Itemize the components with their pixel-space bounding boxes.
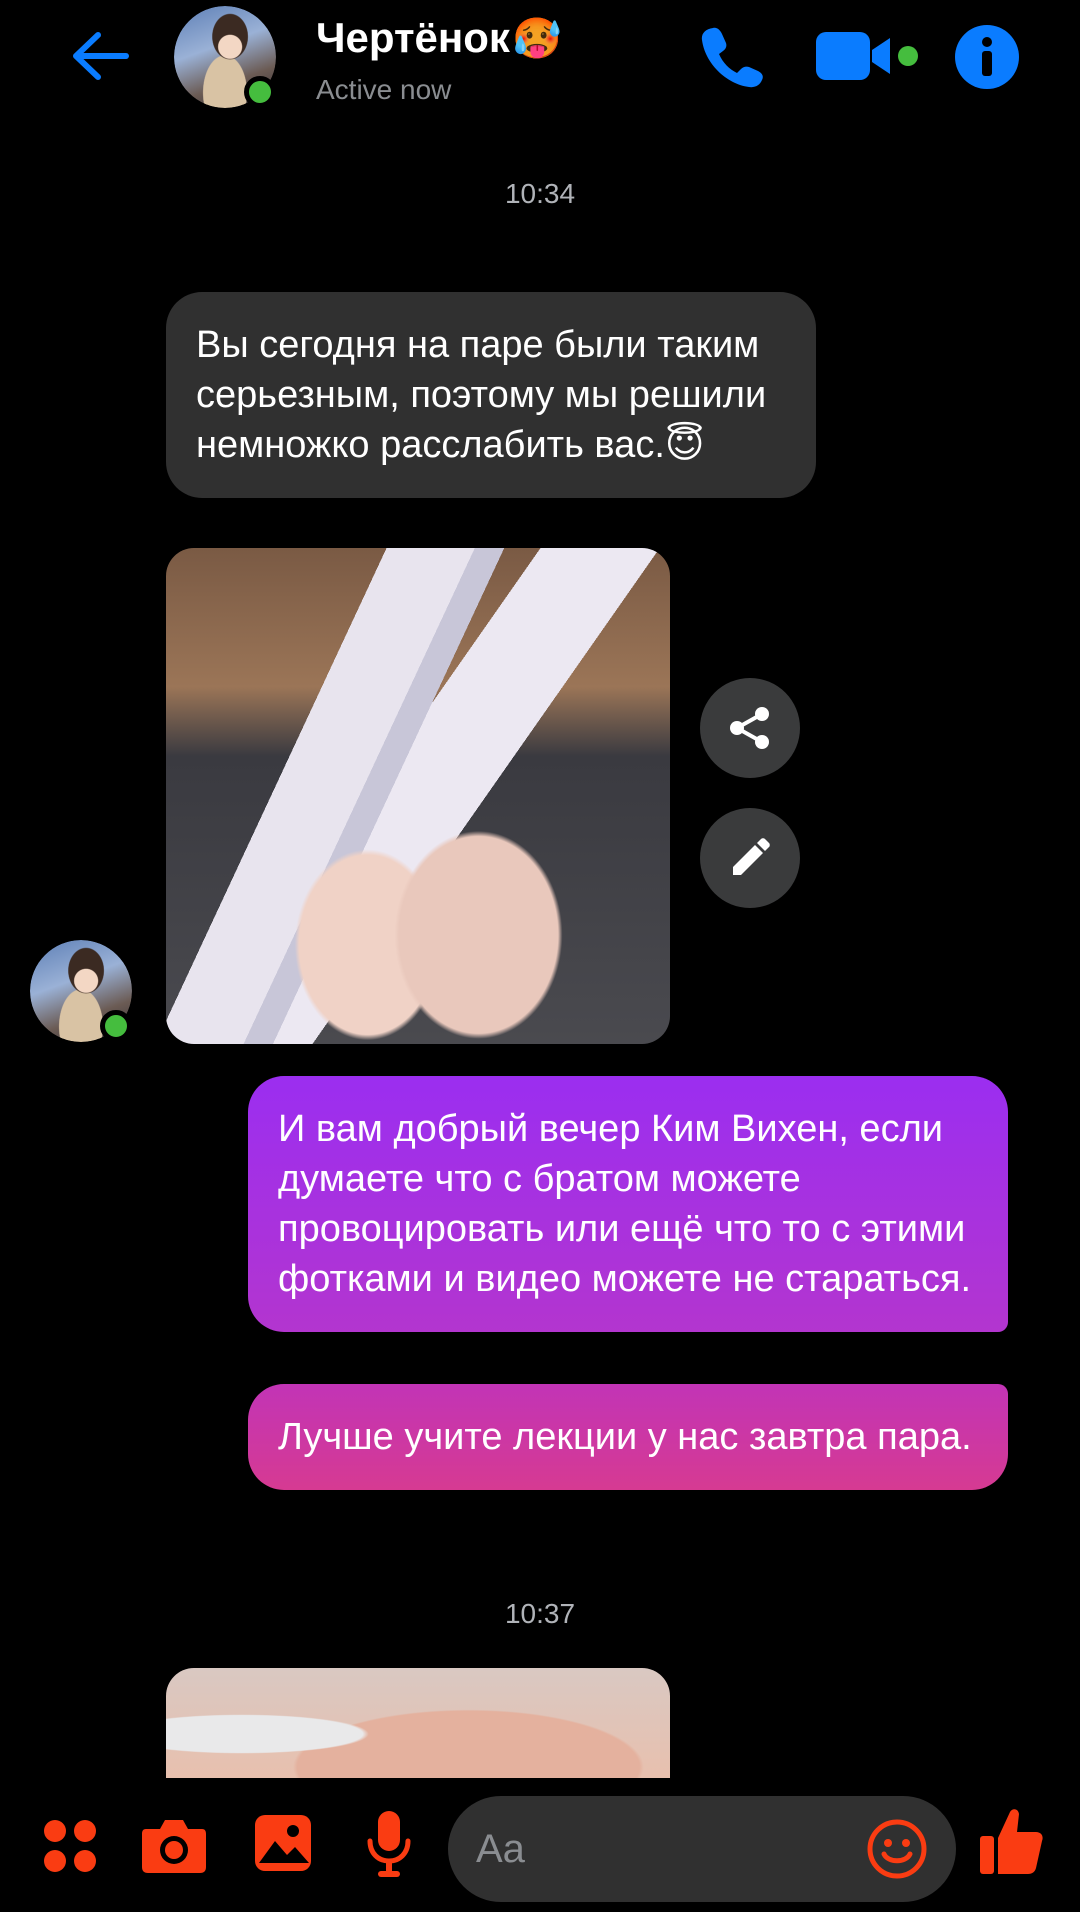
- online-indicator: [244, 76, 276, 108]
- audio-call-button[interactable]: [694, 20, 770, 92]
- arrow-left-icon: [73, 32, 129, 80]
- image-icon: [255, 1815, 311, 1871]
- video-camera-icon: [816, 32, 918, 80]
- info-icon: [955, 25, 1019, 89]
- camera-icon: [142, 1820, 206, 1873]
- phone-icon: [701, 27, 763, 88]
- four-dots-icon: [44, 1820, 96, 1872]
- contact-name[interactable]: Чертёнок 🥵: [316, 14, 562, 62]
- camera-button[interactable]: [140, 1814, 208, 1876]
- chat-header: Чертёнок 🥵 Active now: [0, 0, 1080, 120]
- outgoing-message-bubble[interactable]: Лучше учите лекции у нас завтра пара.: [248, 1384, 1008, 1490]
- composer-bar: [0, 1780, 1080, 1912]
- smiley-icon: [867, 1819, 927, 1879]
- message-input[interactable]: [476, 1796, 856, 1902]
- more-actions-button[interactable]: [40, 1816, 100, 1876]
- incoming-photo[interactable]: [166, 548, 670, 1044]
- share-button[interactable]: [700, 678, 800, 778]
- microphone-icon: [367, 1811, 411, 1877]
- video-call-button[interactable]: [812, 28, 922, 84]
- voice-message-button[interactable]: [364, 1808, 414, 1880]
- halo-emoji: 😇: [664, 424, 705, 466]
- timestamp: 10:37: [504, 1598, 576, 1629]
- like-button[interactable]: [978, 1806, 1044, 1876]
- contact-name-text: Чертёнок: [316, 14, 510, 61]
- incoming-photo[interactable]: [166, 1668, 670, 1778]
- outgoing-message-bubble[interactable]: И вам добрый вечер Ким Вихен, если думае…: [248, 1076, 1008, 1332]
- pencil-icon: [733, 838, 770, 875]
- emoji-button[interactable]: [866, 1818, 928, 1880]
- message-composer: [448, 1796, 956, 1902]
- conversation-info-button[interactable]: [954, 24, 1020, 90]
- thumbs-up-icon: [980, 1809, 1043, 1874]
- incoming-message-bubble[interactable]: Вы сегодня на паре были таким серьезным,…: [166, 292, 816, 498]
- edit-photo-button[interactable]: [700, 808, 800, 908]
- contact-status: Active now: [316, 74, 452, 105]
- contact-name-emoji: 🥵: [511, 16, 562, 61]
- timestamp: 10:34: [504, 178, 576, 209]
- share-icon: [730, 707, 769, 749]
- back-button[interactable]: [64, 24, 136, 88]
- gallery-button[interactable]: [252, 1812, 314, 1874]
- sender-online-indicator: [100, 1010, 132, 1042]
